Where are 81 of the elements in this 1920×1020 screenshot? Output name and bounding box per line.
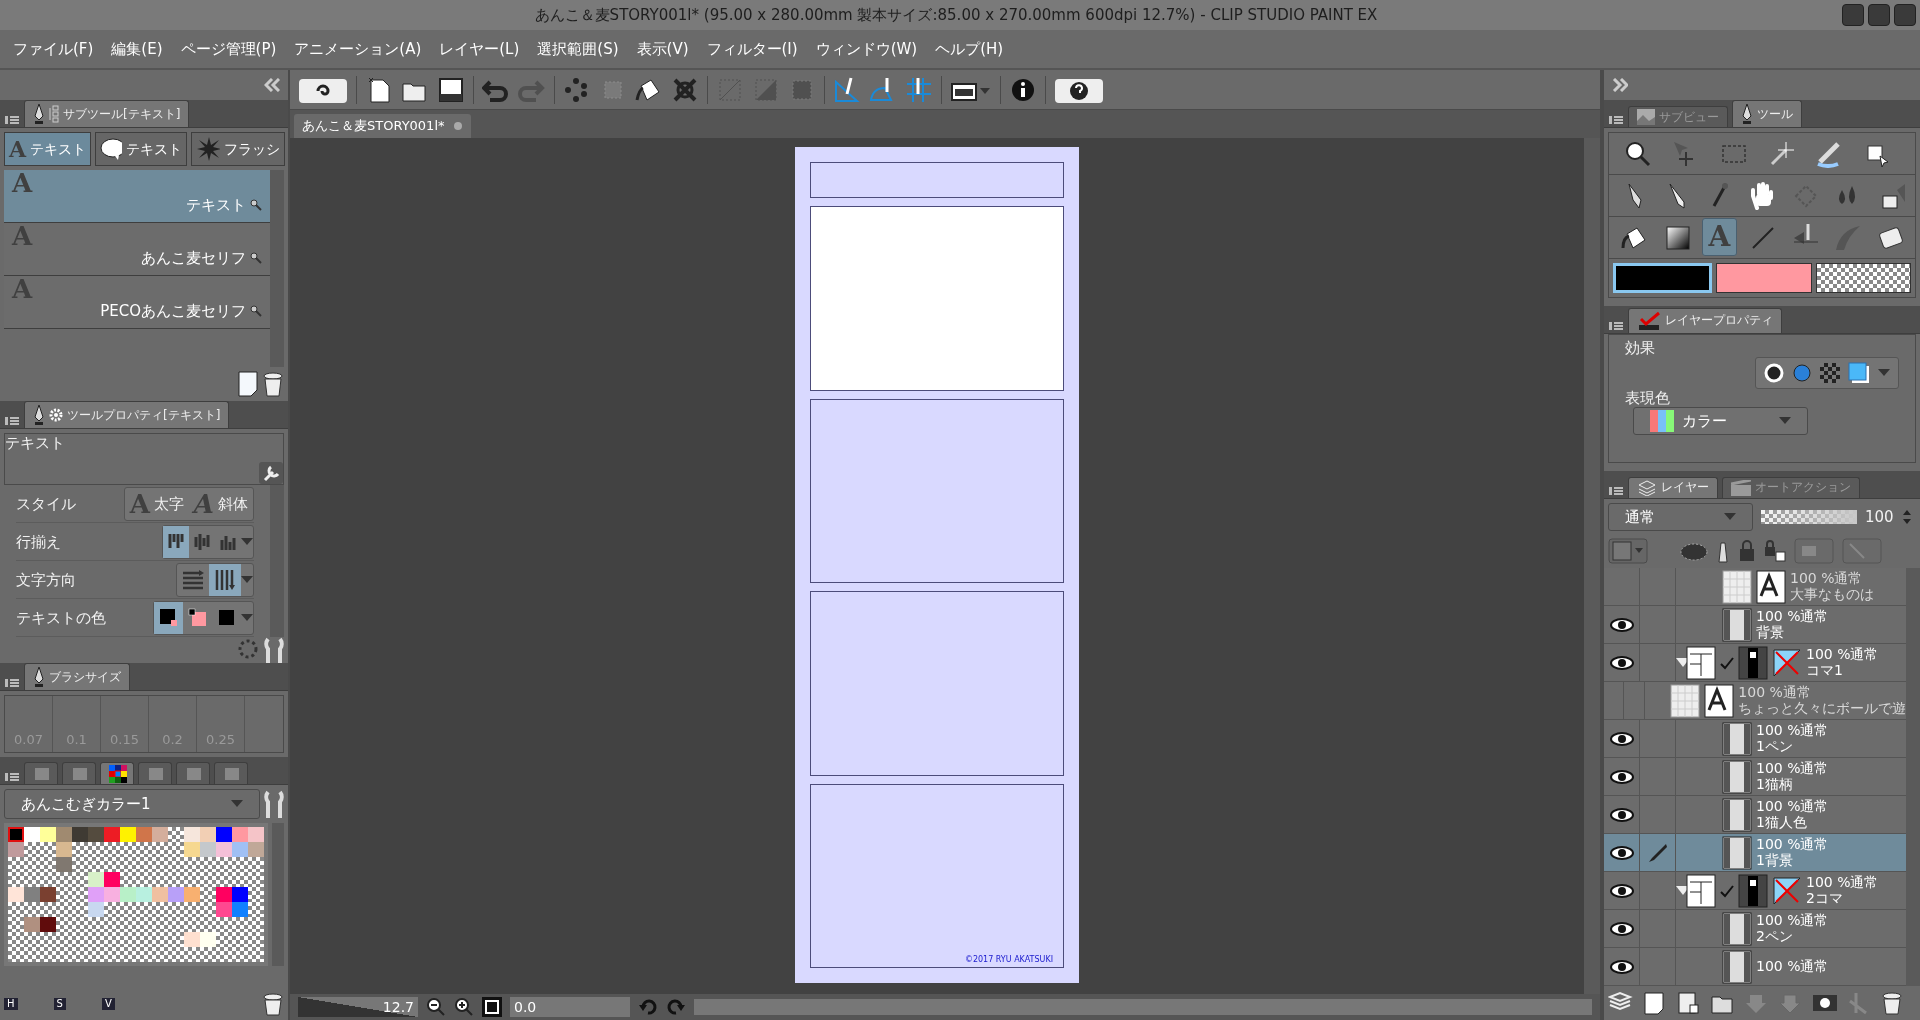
text-tool-icon: A [12,170,33,196]
property-label: スタイル [16,494,76,513]
opacity-value: 100 [1865,507,1894,526]
menu-item[interactable]: ファイル(F) [4,36,103,62]
zoom-field[interactable]: 12.7 [298,997,418,1017]
credit-text: ©2017 RYU AKATSUKI [964,955,1053,965]
menu-item[interactable]: 編集(E) [102,36,172,62]
option-label: 斜体 [218,494,248,513]
layer-blend-info: 100 %通常 [1756,799,1829,815]
layer-blend-info: 100 %通常 [1790,571,1864,587]
layer-name: 大事なものは [1790,586,1874,603]
layer-name: コマ1 [1806,662,1844,679]
color-mode-dropdown[interactable]: カラー [1633,406,1808,435]
menu-item[interactable]: ウィンドウ(W) [806,36,927,62]
rotation-field[interactable]: 0.0 [510,997,630,1017]
tab-label: フラッシ [224,140,281,158]
tab-label: テキスト [126,140,183,158]
layer-blend-info: 100 %通常 [1756,761,1829,777]
menu-item[interactable]: レイヤー(L) [430,36,529,62]
menu-item[interactable]: ヘルプ(H) [926,36,1013,62]
property-label: テキストの色 [16,608,106,627]
layer-name: 1背景 [1756,852,1794,869]
option-label: 太字 [153,494,184,513]
text-tool-button[interactable]: A [1702,218,1737,257]
property-label: 行揃え [16,532,61,551]
text-tool-icon: A [9,138,27,160]
menu-item[interactable]: 選択範囲(S) [528,36,628,62]
subtool-name: テキスト [186,196,246,214]
layer-name: 1猫人色 [1756,814,1808,831]
layer-row[interactable]: 100 %通常 1猫人色 [1604,796,1907,835]
section-label: 効果 [1625,338,1656,357]
layer-row[interactable]: 100 %通常 1猫柄 [1604,758,1907,797]
layer-blend-info: 100 %通常 [1756,959,1829,975]
layer-blend-info: 100 %通常 [1738,685,1812,701]
channel-label: H [4,998,18,1010]
subtool-name: あんこ麦セリフ [141,249,246,267]
layer-row[interactable]: 100 %通常 大事なものは [1604,568,1907,607]
layer-row[interactable]: 100 %通常 背景 [1604,606,1907,645]
layer-name: 2ペン [1756,928,1794,945]
layer-blend-info: 100 %通常 [1806,875,1879,891]
panel-tab[interactable]: ツールプロパティ[テキスト] [24,401,230,428]
layer-name: 背景 [1756,624,1785,641]
menu-item[interactable]: アニメーション(A) [285,36,431,62]
panel-tab[interactable]: レイヤー [1628,476,1718,498]
layer-name: 1ペン [1756,738,1794,755]
layer-name: ちょっと久々にボールで遊 [1738,700,1907,717]
layer-row[interactable]: 100 %通常 1背景 [1604,834,1907,873]
panel-tab[interactable]: サブツール[テキスト] [24,100,190,127]
layer-blend-info: 100 %通常 [1756,913,1829,929]
property-label: 文字方向 [16,570,76,589]
channel-label: S [53,998,66,1010]
tab-label: テキスト [30,140,87,158]
layer-row[interactable]: 100 %通常 1ペン [1604,720,1907,759]
menu-item[interactable]: 表示(V) [627,36,698,62]
layer-row[interactable]: 100 %通常 [1604,948,1907,987]
layer-blend-info: 100 %通常 [1756,609,1829,625]
panel-tab[interactable]: レイヤープロパティ [1628,307,1782,333]
subtool-group-tab[interactable]: テキスト [95,132,188,166]
document-tab[interactable]: あんこ＆麦STORY001l* [294,114,471,138]
layer-name: 2コマ [1806,890,1844,907]
layer-row[interactable]: 100 %通常 2ペン [1604,910,1907,949]
layer-blend-info: 100 %通常 [1806,647,1879,663]
blend-mode-dropdown[interactable]: 通常 [1608,502,1753,531]
subtool-group-tab[interactable]: フラッシ [191,132,286,166]
channel-label: V [101,998,115,1010]
panel-tab[interactable]: ブラシサイズ [24,663,130,690]
layer-name: 1猫柄 [1756,776,1794,793]
panel-tab[interactable]: ツール [1732,99,1802,127]
color-set-dropdown[interactable]: あんこむぎカラー1 [4,789,260,819]
subtool-name: PECOあんこ麦セリフ [100,302,246,320]
subtool-item[interactable]: A テキスト [4,170,270,223]
window-title: あんこ＆麦STORY001l* (95.00 x 280.00mm 製本サイズ:85.00 x 270.00mm 600dpi 12.7%) - CLIP STUDIO PAINT EX [533,6,1379,24]
layer-row[interactable]: 100 %通常 コマ1 [1604,644,1907,683]
layer-blend-info: 100 %通常 [1756,723,1829,739]
menu-item[interactable]: フィルター(I) [697,36,807,62]
layer-row[interactable]: 100 %通常 2コマ [1604,872,1907,911]
layer-row[interactable]: 100 %通常 ちょっと久々にボールで遊 [1604,682,1907,721]
menu-item[interactable]: ページ管理(P) [171,36,286,62]
layer-blend-info: 100 %通常 [1756,837,1829,853]
section-label: 表現色 [1625,388,1671,407]
tool-name: テキスト [5,434,66,452]
